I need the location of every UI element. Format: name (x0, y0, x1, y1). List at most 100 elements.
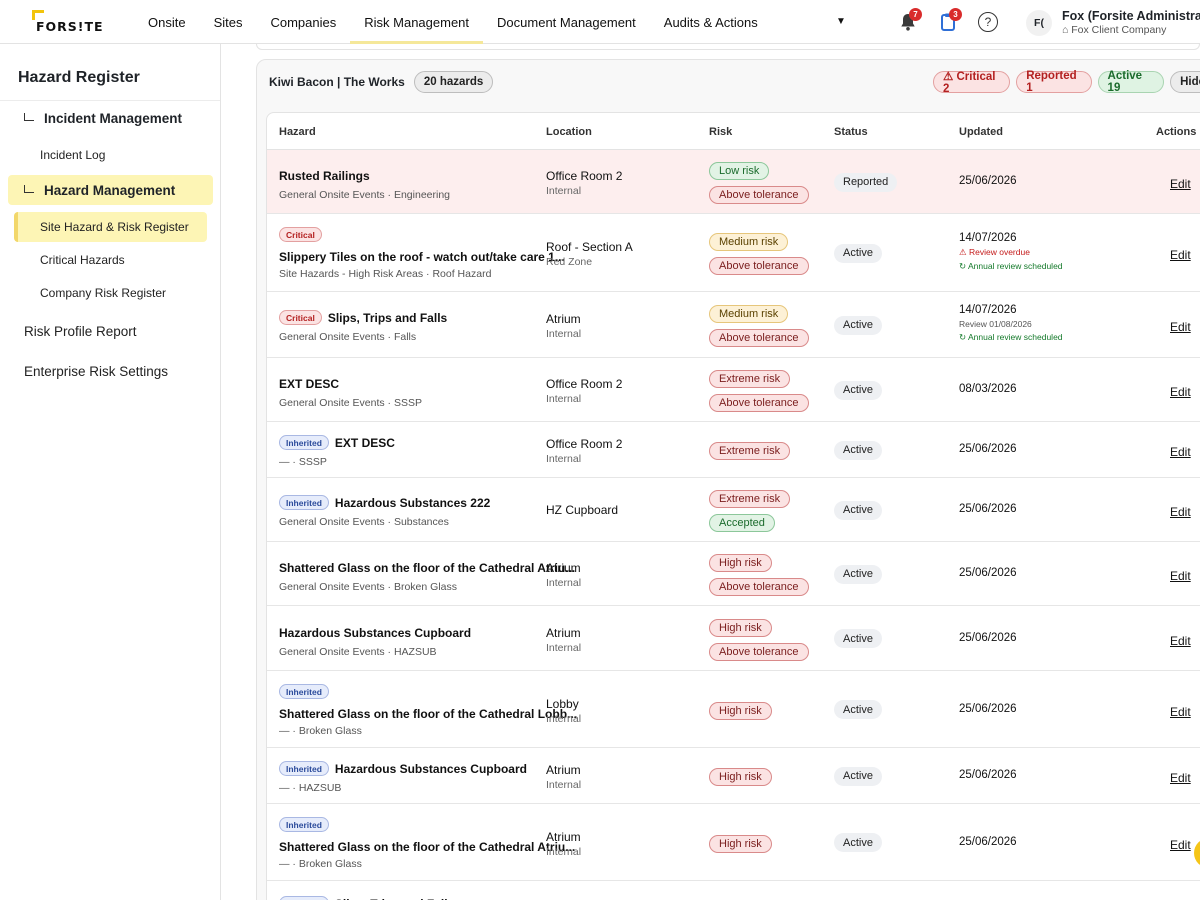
nav-companies[interactable]: Companies (256, 0, 350, 44)
forsite-logo[interactable]: FORS!TE (32, 10, 104, 34)
hazard-name[interactable]: Shattered Glass on the floor of the Cath… (279, 561, 575, 575)
sidebar-item-incident-log[interactable]: Incident Log (40, 148, 105, 162)
sidebar-item-critical-hazards[interactable]: Critical Hazards (40, 253, 125, 267)
edit-link[interactable]: Edit (1170, 567, 1191, 585)
updated-date: 25/06/2026 (959, 503, 1017, 515)
sidebar-section-label: Hazard Management (44, 182, 176, 198)
location-cell: Roof - Section A Red Zone (546, 240, 633, 268)
edit-link[interactable]: Edit (1170, 632, 1191, 650)
edit-link-label[interactable]: Edit (1170, 838, 1191, 852)
edit-link[interactable]: Edit (1170, 443, 1191, 461)
hazard-name[interactable]: Slippery Tiles on the roof - watch out/t… (279, 250, 565, 264)
hazard-name[interactable]: Slips, Trips and Falls (328, 311, 447, 325)
column-header-location[interactable]: Location (546, 126, 592, 138)
table-row[interactable]: Inherited Hazardous Substances 222 Genera… (267, 478, 1200, 542)
updated-cell: 25/06/2026 (959, 567, 1017, 579)
edit-link-label[interactable]: Edit (1170, 634, 1191, 648)
hazard-name[interactable]: Hazardous Substances Cupboard (279, 626, 471, 640)
table-header: Hazard Location Risk Status Updated Acti… (267, 113, 1200, 150)
status-badge: Active (834, 766, 882, 786)
table-row[interactable]: Inherited Shattered Glass on the floor o… (267, 804, 1200, 881)
table-row[interactable]: EXT DESC General Onsite Events · SSSP Of… (267, 358, 1200, 422)
edit-link-label[interactable]: Edit (1170, 445, 1191, 459)
inherited-tag: Inherited (279, 435, 329, 451)
status-cell: Active (834, 440, 882, 460)
hazard-name[interactable]: Hazardous Substances Cupboard (335, 762, 527, 776)
risk-level-badge: Medium risk (709, 233, 789, 251)
status-badge: Active (834, 243, 882, 263)
table-row[interactable]: Critical Slippery Tiles on the roof - wa… (267, 214, 1200, 292)
edit-link-label[interactable]: Edit (1170, 505, 1191, 519)
status-badge: Active (834, 380, 882, 400)
sidebar-item-enterprise-risk-settings[interactable]: Enterprise Risk Settings (24, 364, 168, 379)
edit-link-label[interactable]: Edit (1170, 385, 1191, 399)
nav-audits-actions[interactable]: Audits & Actions (650, 0, 772, 44)
table-row[interactable]: Shattered Glass on the floor of the Cath… (267, 542, 1200, 606)
risk-level-badge: Medium risk (709, 305, 789, 323)
user-avatar[interactable]: F( (1026, 10, 1052, 36)
sidebar-item-risk-profile-report[interactable]: Risk Profile Report (24, 324, 137, 339)
edit-link-label[interactable]: Edit (1170, 320, 1191, 334)
hide-button[interactable]: Hide (1170, 71, 1200, 93)
user-menu[interactable]: Fox (Forsite Administrator) ⌂ Fox Client… (1062, 9, 1200, 36)
edit-link-label[interactable]: Edit (1170, 177, 1191, 191)
location-name: Office Room 2 (546, 437, 623, 451)
table-row[interactable]: Inherited Hazardous Substances Cupboard —… (267, 748, 1200, 804)
risk-cell: Extreme risk Accepted (709, 489, 791, 532)
caret-down-icon[interactable]: ▼ (836, 16, 846, 27)
filter-active-chip[interactable]: Active 19 (1097, 70, 1165, 94)
nav-risk-management[interactable]: Risk Management (350, 0, 483, 44)
help-icon[interactable]: ? (978, 12, 998, 32)
column-header-status[interactable]: Status (834, 126, 868, 138)
hazard-name[interactable]: Shattered Glass on the floor of the Cath… (279, 707, 577, 721)
hazard-name[interactable]: Hazardous Substances 222 (335, 496, 490, 510)
risk-level-badge: High risk (709, 554, 772, 572)
hazard-name[interactable]: EXT DESC (279, 377, 339, 391)
filter-reported-chip[interactable]: Reported 1 (1016, 70, 1092, 94)
hazard-name[interactable]: EXT DESC (335, 436, 395, 450)
table-row[interactable]: Rusted Railings General Onsite Events · … (267, 150, 1200, 214)
status-cell: Active (834, 500, 882, 520)
sidebar-item-company-risk-register[interactable]: Company Risk Register (40, 286, 166, 300)
edit-link-label[interactable]: Edit (1170, 248, 1191, 262)
edit-link-label[interactable]: Edit (1170, 771, 1191, 785)
column-header-risk[interactable]: Risk (709, 126, 732, 138)
edit-link[interactable]: Edit (1170, 503, 1191, 521)
hazard-category: General Onsite Events · HAZSUB (279, 645, 437, 658)
table-row[interactable]: Hazardous Substances Cupboard General On… (267, 606, 1200, 671)
edit-link[interactable]: Edit (1170, 318, 1191, 336)
edit-link-label[interactable]: Edit (1170, 569, 1191, 583)
column-header-hazard[interactable]: Hazard (279, 126, 316, 138)
sidebar-section-incident-management[interactable]: Incident Management (24, 103, 214, 133)
edit-link[interactable]: Edit (1170, 703, 1191, 721)
sidebar-item-site-hazard-risk-register[interactable]: Site Hazard & Risk Register (14, 212, 207, 242)
column-header-updated[interactable]: Updated (959, 126, 1003, 138)
tasks-clipboard-icon[interactable]: 3 (938, 8, 962, 32)
nav-onsite[interactable]: Onsite (134, 0, 200, 44)
edit-link[interactable]: Edit (1170, 175, 1191, 193)
table-row[interactable]: Critical Slips, Trips and Falls General O… (267, 292, 1200, 358)
location-zone: Internal (546, 328, 582, 340)
hazard-cell: EXT DESC General Onsite Events · SSSP (279, 375, 422, 409)
risk-cell: High risk Above tolerance (709, 553, 809, 596)
sidebar-section-hazard-management[interactable]: Hazard Management (8, 175, 213, 205)
updated-cell: 25/06/2026 (959, 175, 1017, 187)
edit-link-label[interactable]: Edit (1170, 705, 1191, 719)
site-name: Kiwi Bacon | The Works (269, 75, 405, 89)
edit-link[interactable]: Edit (1170, 836, 1191, 854)
edit-link[interactable]: Edit (1170, 769, 1191, 787)
table-row[interactable]: InheritedSlips, Trips and Falls Atrium (267, 881, 1200, 900)
nav-sites[interactable]: Sites (200, 0, 257, 44)
nav-document-management[interactable]: Document Management (483, 0, 650, 44)
hazard-name[interactable]: Rusted Railings (279, 169, 370, 183)
edit-link[interactable]: Edit (1170, 246, 1191, 264)
table-row[interactable]: Inherited EXT DESC — · SSSP Office Room 2… (267, 422, 1200, 478)
hazard-name[interactable]: Shattered Glass on the floor of the Cath… (279, 840, 575, 854)
table-row[interactable]: Inherited Shattered Glass on the floor o… (267, 671, 1200, 748)
hazard-table: Hazard Location Risk Status Updated Acti… (266, 112, 1200, 900)
notifications-bell-icon[interactable]: 7 (898, 8, 922, 32)
filter-critical-chip[interactable]: ⚠ Critical 2 (933, 71, 1011, 95)
sidebar-title: Hazard Register (18, 69, 140, 86)
status-badge: Reported (834, 172, 898, 192)
edit-link[interactable]: Edit (1170, 383, 1191, 401)
